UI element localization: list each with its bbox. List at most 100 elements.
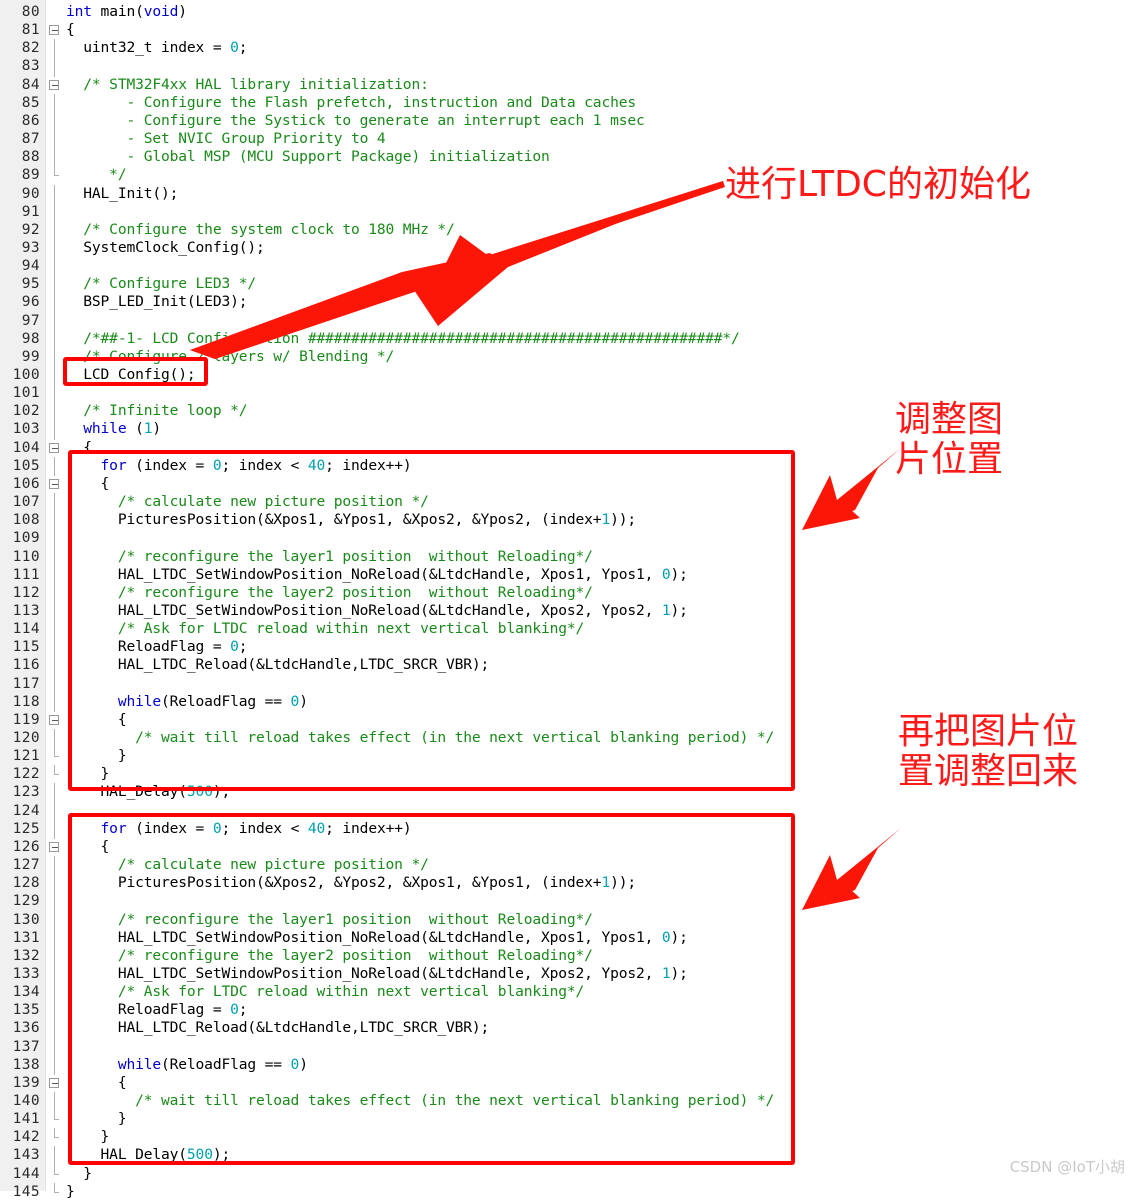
- code-text[interactable]: for (index = 0; index < 40; index++): [66, 457, 412, 475]
- code-line[interactable]: 140 /* wait till reload takes effect (in…: [0, 1092, 1139, 1110]
- code-text[interactable]: {: [66, 439, 92, 457]
- code-text[interactable]: }: [66, 747, 127, 765]
- code-line[interactable]: 97: [0, 312, 1139, 330]
- fold-toggle-icon[interactable]: [49, 841, 59, 852]
- code-text[interactable]: HAL_LTDC_SetWindowPosition_NoReload(&Ltd…: [66, 929, 688, 947]
- code-line[interactable]: 86 - Configure the Systick to generate a…: [0, 112, 1139, 130]
- code-text[interactable]: HAL_Delay(500);: [66, 1146, 231, 1164]
- code-text[interactable]: /* reconfigure the layer1 position witho…: [66, 911, 593, 929]
- code-text[interactable]: HAL_LTDC_SetWindowPosition_NoReload(&Ltd…: [66, 602, 688, 620]
- code-text[interactable]: for (index = 0; index < 40; index++): [66, 820, 412, 838]
- code-line[interactable]: 131 HAL_LTDC_SetWindowPosition_NoReload(…: [0, 929, 1139, 947]
- code-text[interactable]: /* wait till reload takes effect (in the…: [66, 1092, 774, 1110]
- code-text[interactable]: /* Configure the system clock to 180 MHz…: [66, 221, 455, 239]
- code-text[interactable]: HAL_LTDC_Reload(&LtdcHandle,LTDC_SRCR_VB…: [66, 1019, 490, 1037]
- code-line[interactable]: 80 int main(void): [0, 3, 1139, 21]
- code-line[interactable]: 117: [0, 675, 1139, 693]
- fold-toggle-icon[interactable]: [49, 714, 59, 725]
- code-line[interactable]: 145}: [0, 1183, 1139, 1201]
- code-line[interactable]: 82 uint32_t index = 0;: [0, 39, 1139, 57]
- code-text[interactable]: HAL_Init();: [66, 185, 178, 203]
- code-text[interactable]: SystemClock_Config();: [66, 239, 265, 257]
- code-text[interactable]: /* wait till reload takes effect (in the…: [66, 729, 774, 747]
- code-text[interactable]: /* reconfigure the layer2 position witho…: [66, 947, 593, 965]
- code-line[interactable]: 109: [0, 529, 1139, 547]
- code-text[interactable]: - Configure the Flash prefetch, instruct…: [66, 94, 636, 112]
- fold-toggle-icon[interactable]: [49, 79, 59, 90]
- code-line[interactable]: 139 {: [0, 1074, 1139, 1092]
- code-line[interactable]: 110 /* reconfigure the layer1 position w…: [0, 548, 1139, 566]
- code-text[interactable]: /*##-1- LCD Configuration ##############…: [66, 330, 740, 348]
- code-line[interactable]: 113 HAL_LTDC_SetWindowPosition_NoReload(…: [0, 602, 1139, 620]
- code-text[interactable]: HAL_Delay(500);: [66, 783, 231, 801]
- code-text[interactable]: BSP_LED_Init(LED3);: [66, 293, 247, 311]
- code-text[interactable]: while (1): [66, 420, 161, 438]
- code-text[interactable]: - Set NVIC Group Priority to 4: [66, 130, 385, 148]
- code-text[interactable]: /* calculate new picture position */: [66, 856, 429, 874]
- code-line[interactable]: 81 {: [0, 21, 1139, 39]
- code-text[interactable]: }: [66, 1110, 127, 1128]
- code-line[interactable]: 126 {: [0, 838, 1139, 856]
- code-line[interactable]: 107 /* calculate new picture position */: [0, 493, 1139, 511]
- code-line[interactable]: 129: [0, 892, 1139, 910]
- code-line[interactable]: 99 /* Configure 2 layers w/ Blending */: [0, 348, 1139, 366]
- fold-toggle-icon[interactable]: [49, 442, 59, 453]
- code-text[interactable]: HAL_LTDC_SetWindowPosition_NoReload(&Ltd…: [66, 965, 688, 983]
- code-line[interactable]: 92 /* Configure the system clock to 180 …: [0, 221, 1139, 239]
- code-text[interactable]: {: [66, 1074, 127, 1092]
- fold-toggle-icon[interactable]: [49, 1077, 59, 1088]
- code-line[interactable]: 96 BSP_LED_Init(LED3);: [0, 293, 1139, 311]
- code-text[interactable]: - Configure the Systick to generate an i…: [66, 112, 644, 130]
- code-text[interactable]: /* Ask for LTDC reload within next verti…: [66, 620, 585, 638]
- code-line[interactable]: 100 LCD_Config();: [0, 366, 1139, 384]
- code-text[interactable]: {: [66, 838, 110, 856]
- code-line[interactable]: 85 - Configure the Flash prefetch, instr…: [0, 94, 1139, 112]
- code-line[interactable]: 127 /* calculate new picture position */: [0, 856, 1139, 874]
- code-line[interactable]: 136 HAL_LTDC_Reload(&LtdcHandle,LTDC_SRC…: [0, 1019, 1139, 1037]
- code-line[interactable]: 83: [0, 57, 1139, 75]
- code-line[interactable]: 133 HAL_LTDC_SetWindowPosition_NoReload(…: [0, 965, 1139, 983]
- code-line[interactable]: 112 /* reconfigure the layer2 position w…: [0, 584, 1139, 602]
- code-line[interactable]: 87 - Set NVIC Group Priority to 4: [0, 130, 1139, 148]
- code-text[interactable]: HAL_LTDC_SetWindowPosition_NoReload(&Ltd…: [66, 566, 688, 584]
- code-line[interactable]: 115 ReloadFlag = 0;: [0, 638, 1139, 656]
- code-text[interactable]: {: [66, 475, 110, 493]
- code-text[interactable]: /* reconfigure the layer1 position witho…: [66, 548, 593, 566]
- code-line[interactable]: 142 }: [0, 1128, 1139, 1146]
- code-line[interactable]: 134 /* Ask for LTDC reload within next v…: [0, 983, 1139, 1001]
- code-line[interactable]: 137: [0, 1038, 1139, 1056]
- code-text[interactable]: /* STM32F4xx HAL library initialization:: [66, 76, 429, 94]
- code-line[interactable]: 114 /* Ask for LTDC reload within next v…: [0, 620, 1139, 638]
- fold-toggle-icon[interactable]: [49, 25, 59, 36]
- code-text[interactable]: */: [66, 166, 126, 184]
- code-text[interactable]: ReloadFlag = 0;: [66, 638, 248, 656]
- code-text[interactable]: /* Ask for LTDC reload within next verti…: [66, 983, 585, 1001]
- fold-toggle-icon[interactable]: [49, 478, 59, 489]
- code-line[interactable]: 116 HAL_LTDC_Reload(&LtdcHandle,LTDC_SRC…: [0, 656, 1139, 674]
- code-line[interactable]: 138 while(ReloadFlag == 0): [0, 1056, 1139, 1074]
- code-text[interactable]: /* Infinite loop */: [66, 402, 247, 420]
- code-text[interactable]: {: [66, 21, 75, 39]
- code-line[interactable]: 135 ReloadFlag = 0;: [0, 1001, 1139, 1019]
- code-text[interactable]: int main(void): [66, 3, 187, 21]
- code-line[interactable]: 144 }: [0, 1165, 1139, 1183]
- code-text[interactable]: LCD_Config();: [66, 366, 195, 384]
- code-line[interactable]: 132 /* reconfigure the layer2 position w…: [0, 947, 1139, 965]
- code-line[interactable]: 111 HAL_LTDC_SetWindowPosition_NoReload(…: [0, 566, 1139, 584]
- code-line[interactable]: 143 HAL_Delay(500);: [0, 1146, 1139, 1164]
- code-text[interactable]: ReloadFlag = 0;: [66, 1001, 248, 1019]
- code-text[interactable]: /* reconfigure the layer2 position witho…: [66, 584, 593, 602]
- code-line[interactable]: 141 }: [0, 1110, 1139, 1128]
- code-text[interactable]: PicturesPosition(&Xpos1, &Ypos1, &Xpos2,…: [66, 511, 636, 529]
- code-line[interactable]: 130 /* reconfigure the layer1 position w…: [0, 911, 1139, 929]
- code-text[interactable]: }: [66, 1183, 75, 1201]
- code-text[interactable]: uint32_t index = 0;: [66, 39, 247, 57]
- code-line[interactable]: 118 while(ReloadFlag == 0): [0, 693, 1139, 711]
- code-text[interactable]: while(ReloadFlag == 0): [66, 693, 308, 711]
- code-text[interactable]: - Global MSP (MCU Support Package) initi…: [66, 148, 549, 166]
- code-line[interactable]: 125 for (index = 0; index < 40; index++): [0, 820, 1139, 838]
- code-line[interactable]: 108 PicturesPosition(&Xpos1, &Ypos1, &Xp…: [0, 511, 1139, 529]
- code-text[interactable]: /* calculate new picture position */: [66, 493, 429, 511]
- code-text[interactable]: PicturesPosition(&Xpos2, &Ypos2, &Xpos1,…: [66, 874, 636, 892]
- code-text[interactable]: while(ReloadFlag == 0): [66, 1056, 308, 1074]
